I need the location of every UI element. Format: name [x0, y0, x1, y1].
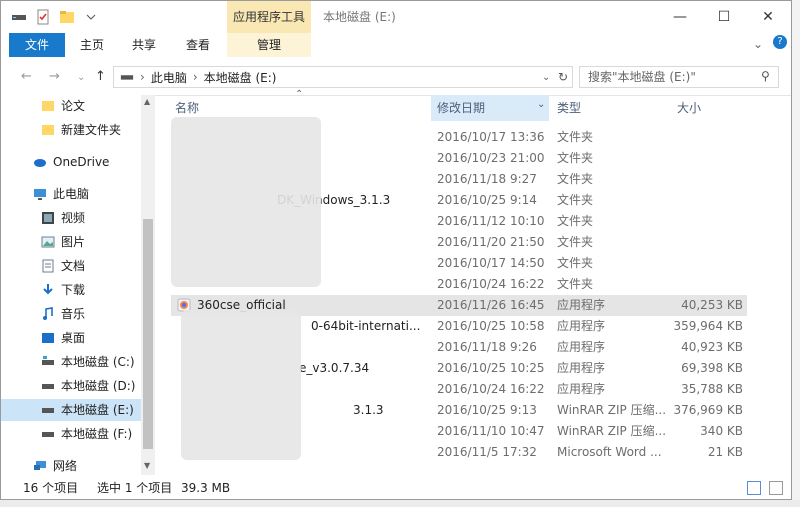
sidebar-item-drive-c[interactable]: 本地磁盘 (C:) [1, 351, 141, 373]
sidebar-item-desktop[interactable]: 桌面 [1, 327, 141, 349]
search-icon[interactable]: ⚲ [761, 69, 770, 83]
privacy-blur [181, 310, 301, 460]
folder-icon [42, 101, 54, 111]
network-icon [34, 461, 46, 470]
sidebar-scrollbar-thumb[interactable] [143, 219, 153, 449]
background-edge [0, 500, 800, 507]
details-view-icon[interactable] [747, 481, 761, 495]
breadcrumb-this-pc[interactable]: 此电脑 [151, 69, 187, 86]
tab-file[interactable]: 文件 [9, 33, 65, 57]
download-icon [43, 284, 53, 295]
sidebar-item-drive-d[interactable]: 本地磁盘 (D:) [1, 375, 141, 397]
desktop-icon [42, 333, 54, 343]
quick-access-toolbar [11, 7, 99, 27]
new-folder-icon[interactable] [59, 9, 75, 25]
scroll-down-icon[interactable]: ▼ [144, 461, 150, 470]
tab-view[interactable]: 查看 [177, 33, 219, 57]
sidebar-item-music[interactable]: 音乐 [1, 303, 141, 325]
sort-ascending-icon: ⌃ [295, 89, 304, 100]
scroll-up-icon[interactable]: ▲ [144, 97, 150, 106]
selected-count: 选中 1 个项目 [97, 481, 173, 495]
drive-icon [42, 408, 54, 413]
tab-home[interactable]: 主页 [71, 33, 113, 57]
ribbon-expand-icon[interactable]: ⌄ [753, 37, 763, 51]
title-bar: 应用程序工具 本地磁盘 (E:) — ☐ ✕ [1, 1, 791, 33]
column-dropdown-icon[interactable]: ⌄ [537, 99, 545, 110]
picture-icon [41, 236, 55, 248]
tab-share[interactable]: 共享 [123, 33, 165, 57]
sidebar-item-downloads[interactable]: 下载 [1, 279, 141, 301]
document-icon [42, 259, 54, 273]
selected-size: 39.3 MB [181, 481, 231, 495]
context-tab-app-tools: 应用程序工具 [227, 1, 311, 33]
breadcrumb-drive-e[interactable]: 本地磁盘 (E:) [204, 69, 277, 86]
video-icon [42, 212, 54, 224]
sidebar-item-pictures[interactable]: 图片 [1, 231, 141, 253]
recent-locations-icon[interactable]: ⌄ [77, 72, 85, 83]
sidebar-item-onedrive[interactable]: OneDrive [1, 151, 141, 173]
chevron-down-icon[interactable] [83, 9, 99, 25]
computer-icon [34, 189, 46, 200]
explorer-window: 应用程序工具 本地磁盘 (E:) — ☐ ✕ 文件 主页 共享 查看 管理 ⌄ … [0, 0, 792, 500]
address-dropdown-icon[interactable]: ⌄ [542, 72, 550, 83]
large-icons-view-icon[interactable] [769, 481, 783, 495]
music-icon [43, 307, 53, 320]
tab-manage[interactable]: 管理 [227, 33, 311, 57]
item-count: 16 个项目 [23, 481, 79, 495]
privacy-blur [171, 117, 321, 287]
sidebar-item-network[interactable]: 网络 [1, 455, 141, 477]
help-icon[interactable]: ? [773, 35, 787, 49]
sidebar-item-videos[interactable]: 视频 [1, 207, 141, 229]
column-header-type[interactable]: 类型 [557, 95, 667, 121]
up-icon[interactable]: ↑ [95, 69, 106, 84]
breadcrumb-separator-icon: › [192, 70, 198, 84]
breadcrumb-separator-icon: › [140, 70, 145, 84]
folder-icon [42, 125, 54, 135]
drive-icon [42, 384, 54, 389]
sidebar-item-this-pc[interactable]: 此电脑 [1, 183, 141, 205]
maximize-button[interactable]: ☐ [701, 1, 747, 33]
refresh-icon[interactable]: ↻ [558, 70, 568, 84]
file-list: 名称 ⌃ 修改日期 ⌄ 类型 大小 2016/10/17 13:36 文件夹 20… [161, 89, 791, 475]
sidebar-scrollbar[interactable]: ▲ ▼ [141, 95, 155, 475]
sidebar-item-lunwen[interactable]: 论文 [1, 95, 141, 117]
column-header-date[interactable]: 修改日期 [431, 95, 549, 121]
search-input[interactable]: 搜索"本地磁盘 (E:)" [579, 66, 779, 88]
close-button[interactable]: ✕ [745, 1, 791, 33]
back-icon[interactable]: ← [21, 69, 32, 84]
ribbon-tabs: 文件 主页 共享 查看 管理 ⌄ ? [1, 33, 791, 58]
sidebar-item-new-folder[interactable]: 新建文件夹 [1, 119, 141, 141]
window-title: 本地磁盘 (E:) [323, 10, 396, 24]
sidebar-item-drive-f[interactable]: 本地磁盘 (F:) [1, 423, 141, 445]
column-header-size[interactable]: 大小 [677, 95, 747, 121]
cloud-icon [34, 159, 46, 167]
drive-icon [42, 432, 54, 437]
address-row: ← → ⌄ ↑ › 此电脑 › 本地磁盘 (E:) ⌄ ↻ 搜索"本地磁盘 (E… [1, 57, 791, 96]
minimize-button[interactable]: — [657, 1, 703, 33]
drive-icon[interactable] [11, 9, 27, 25]
drive-icon [120, 75, 134, 80]
sidebar-item-documents[interactable]: 文档 [1, 255, 141, 277]
drive-icon [42, 356, 54, 365]
background-edge [792, 0, 800, 507]
properties-icon[interactable] [35, 9, 51, 25]
forward-icon[interactable]: → [49, 69, 60, 84]
address-bar[interactable]: › 此电脑 › 本地磁盘 (E:) ⌄ ↻ [113, 66, 573, 88]
navigation-pane: 论文 新建文件夹 OneDrive 此电脑 视频 图片 文档 下载 音乐 桌面 … [1, 95, 155, 475]
status-bar: 16 个项目 选中 1 个项目 39.3 MB [1, 475, 791, 499]
sidebar-item-drive-e[interactable]: 本地磁盘 (E:) [1, 399, 141, 421]
